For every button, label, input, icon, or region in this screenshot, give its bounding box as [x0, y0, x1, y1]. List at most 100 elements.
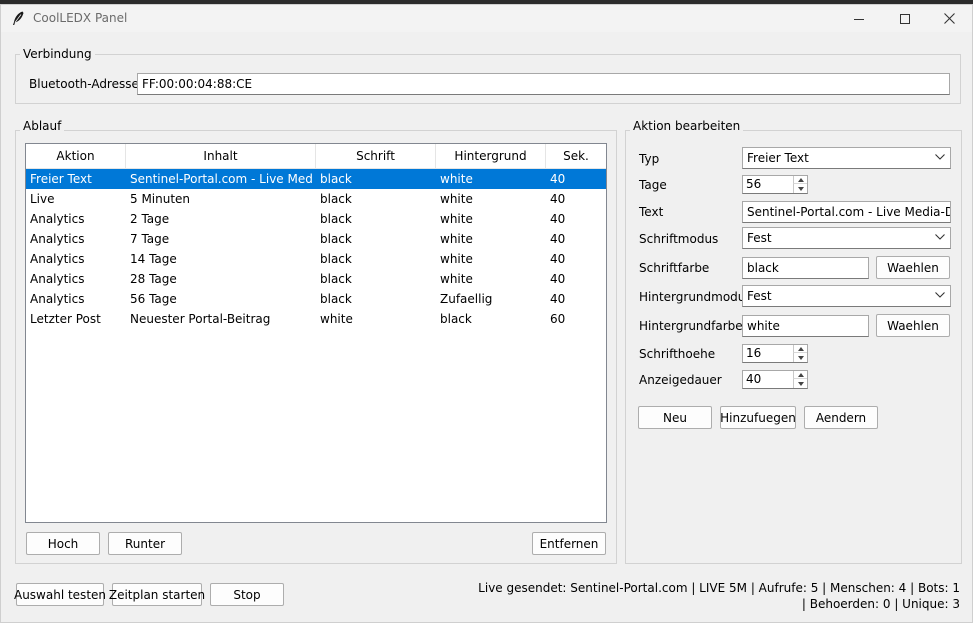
cell-inhalt: 2 Tage	[130, 212, 170, 226]
cell-sek: 40	[550, 272, 566, 286]
spin-up-button[interactable]	[793, 371, 807, 379]
table-row[interactable]: Letzter Post Neuester Portal-Beitrag whi…	[26, 309, 606, 329]
bluetooth-address-input[interactable]: FF:00:00:04:88:CE	[137, 73, 950, 95]
cell-hintergrund: black	[440, 312, 472, 326]
cell-inhalt: 28 Tage	[130, 272, 177, 286]
table-header: Aktion Inhalt Schrift Hintergrund Sek.	[26, 144, 606, 169]
minimize-button[interactable]	[836, 5, 882, 32]
spin-down-button[interactable]	[793, 379, 807, 388]
minimize-icon	[854, 18, 864, 20]
table-row[interactable]: Analytics 2 Tage black white 40	[26, 209, 606, 229]
maximize-button[interactable]	[882, 5, 928, 32]
schrifthoehe-label: Schrifthoehe	[639, 347, 716, 361]
column-header-schrift[interactable]: Schrift	[316, 144, 436, 168]
cell-sek: 40	[550, 212, 566, 226]
cell-aktion: Live	[30, 192, 55, 206]
tage-spinbox[interactable]: 56	[742, 175, 808, 194]
hintergrundmodus-select[interactable]: Fest	[742, 285, 951, 307]
triangle-down-icon	[797, 186, 804, 191]
anzeigedauer-spinbox[interactable]: 40	[742, 370, 808, 389]
cell-inhalt: 7 Tage	[130, 232, 170, 246]
triangle-up-icon	[797, 372, 804, 377]
table-row[interactable]: Freier Text Sentinel-Portal.com - Live M…	[26, 169, 606, 189]
spin-down-button[interactable]	[793, 353, 807, 362]
tage-label: Tage	[639, 178, 667, 192]
typ-select[interactable]: Freier Text	[742, 147, 951, 169]
triangle-up-icon	[797, 177, 804, 182]
cell-aktion: Analytics	[30, 292, 85, 306]
cell-hintergrund: white	[440, 192, 473, 206]
table-row[interactable]: Analytics 7 Tage black white 40	[26, 229, 606, 249]
neu-button[interactable]: Neu	[638, 406, 712, 429]
column-header-sek[interactable]: Sek.	[546, 144, 606, 168]
typ-select-value: Freier Text	[747, 151, 809, 165]
cell-schrift: black	[320, 172, 352, 186]
aendern-button[interactable]: Aendern	[804, 406, 878, 429]
close-icon	[943, 13, 955, 24]
cell-aktion: Freier Text	[30, 172, 92, 186]
schriftfarbe-input[interactable]: black	[742, 257, 869, 279]
cell-hintergrund: white	[440, 252, 473, 266]
zeitplan-starten-button[interactable]: Zeitplan starten	[109, 583, 205, 606]
schrifthoehe-spinbox[interactable]: 16	[742, 344, 808, 363]
text-label: Text	[639, 205, 664, 219]
maximize-icon	[900, 13, 910, 24]
typ-label: Typ	[639, 152, 660, 166]
stop-button[interactable]: Stop	[210, 583, 284, 606]
chevron-down-icon	[935, 234, 945, 240]
table-row[interactable]: Analytics 14 Tage black white 40	[26, 249, 606, 269]
feather-icon	[13, 11, 24, 25]
text-input[interactable]: Sentinel-Portal.com - Live Media-Date	[742, 201, 951, 223]
triangle-down-icon	[797, 355, 804, 360]
cell-hintergrund: Zufaellig	[440, 292, 493, 306]
table-row[interactable]: Live 5 Minuten black white 40	[26, 189, 606, 209]
column-header-aktion[interactable]: Aktion	[26, 144, 126, 168]
runter-button[interactable]: Runter	[108, 532, 182, 555]
table-row[interactable]: Analytics 56 Tage black Zufaellig 40	[26, 289, 606, 309]
spin-down-button[interactable]	[793, 184, 807, 193]
hintergrundfarbe-input[interactable]: white	[742, 315, 869, 337]
cell-hintergrund: white	[440, 212, 473, 226]
table-row[interactable]: Analytics 28 Tage black white 40	[26, 269, 606, 289]
cell-hintergrund: white	[440, 272, 473, 286]
window-title: CoolLEDX Panel	[33, 11, 128, 25]
hoch-button[interactable]: Hoch	[26, 532, 100, 555]
cell-sek: 60	[550, 312, 566, 326]
aktion-bearbeiten-frame-label: Aktion bearbeiten	[630, 119, 744, 133]
cell-inhalt: 14 Tage	[130, 252, 177, 266]
anzeigedauer-spinbox-value: 40	[746, 372, 762, 386]
auswahl-testen-button[interactable]: Auswahl testen	[14, 583, 106, 606]
spin-up-button[interactable]	[793, 176, 807, 184]
column-header-inhalt[interactable]: Inhalt	[126, 144, 316, 168]
cell-inhalt: Sentinel-Portal.com - Live Media-Date	[130, 172, 313, 186]
verbindung-frame-label: Verbindung	[20, 47, 95, 61]
title-bar: CoolLEDX Panel	[1, 5, 972, 32]
schriftfarbe-label: Schriftfarbe	[639, 261, 710, 275]
cell-sek: 40	[550, 172, 566, 186]
ablauf-table[interactable]: Aktion Inhalt Schrift Hintergrund Sek. F…	[25, 143, 607, 523]
hintergrundmodus-label: Hintergrundmodus	[639, 290, 752, 304]
column-header-hintergrund[interactable]: Hintergrund	[436, 144, 546, 168]
hintergrundmodus-select-value: Fest	[747, 289, 772, 303]
chevron-down-icon	[935, 292, 945, 298]
hinzufuegen-button[interactable]: Hinzufuegen	[720, 406, 796, 429]
close-button[interactable]	[926, 5, 972, 32]
ablauf-frame-label: Ablauf	[20, 119, 65, 133]
status-line-2: | Behoerden: 0 | Unique: 3	[801, 597, 960, 611]
hintergrundfarbe-label: Hintergrundfarbe	[639, 319, 743, 333]
cell-sek: 40	[550, 232, 566, 246]
triangle-up-icon	[797, 346, 804, 351]
spin-up-button[interactable]	[793, 345, 807, 353]
entfernen-button[interactable]: Entfernen	[532, 532, 606, 555]
schriftmodus-select[interactable]: Fest	[742, 227, 951, 249]
cell-aktion: Letzter Post	[30, 312, 101, 326]
hintergrundfarbe-waehlen-button[interactable]: Waehlen	[876, 314, 950, 337]
cell-sek: 40	[550, 292, 566, 306]
schrifthoehe-spinbox-value: 16	[746, 346, 762, 360]
triangle-down-icon	[797, 381, 804, 386]
cell-schrift: white	[320, 312, 353, 326]
schriftfarbe-waehlen-button[interactable]: Waehlen	[876, 256, 950, 279]
cell-inhalt: 56 Tage	[130, 292, 177, 306]
cell-schrift: black	[320, 272, 352, 286]
cell-schrift: black	[320, 232, 352, 246]
